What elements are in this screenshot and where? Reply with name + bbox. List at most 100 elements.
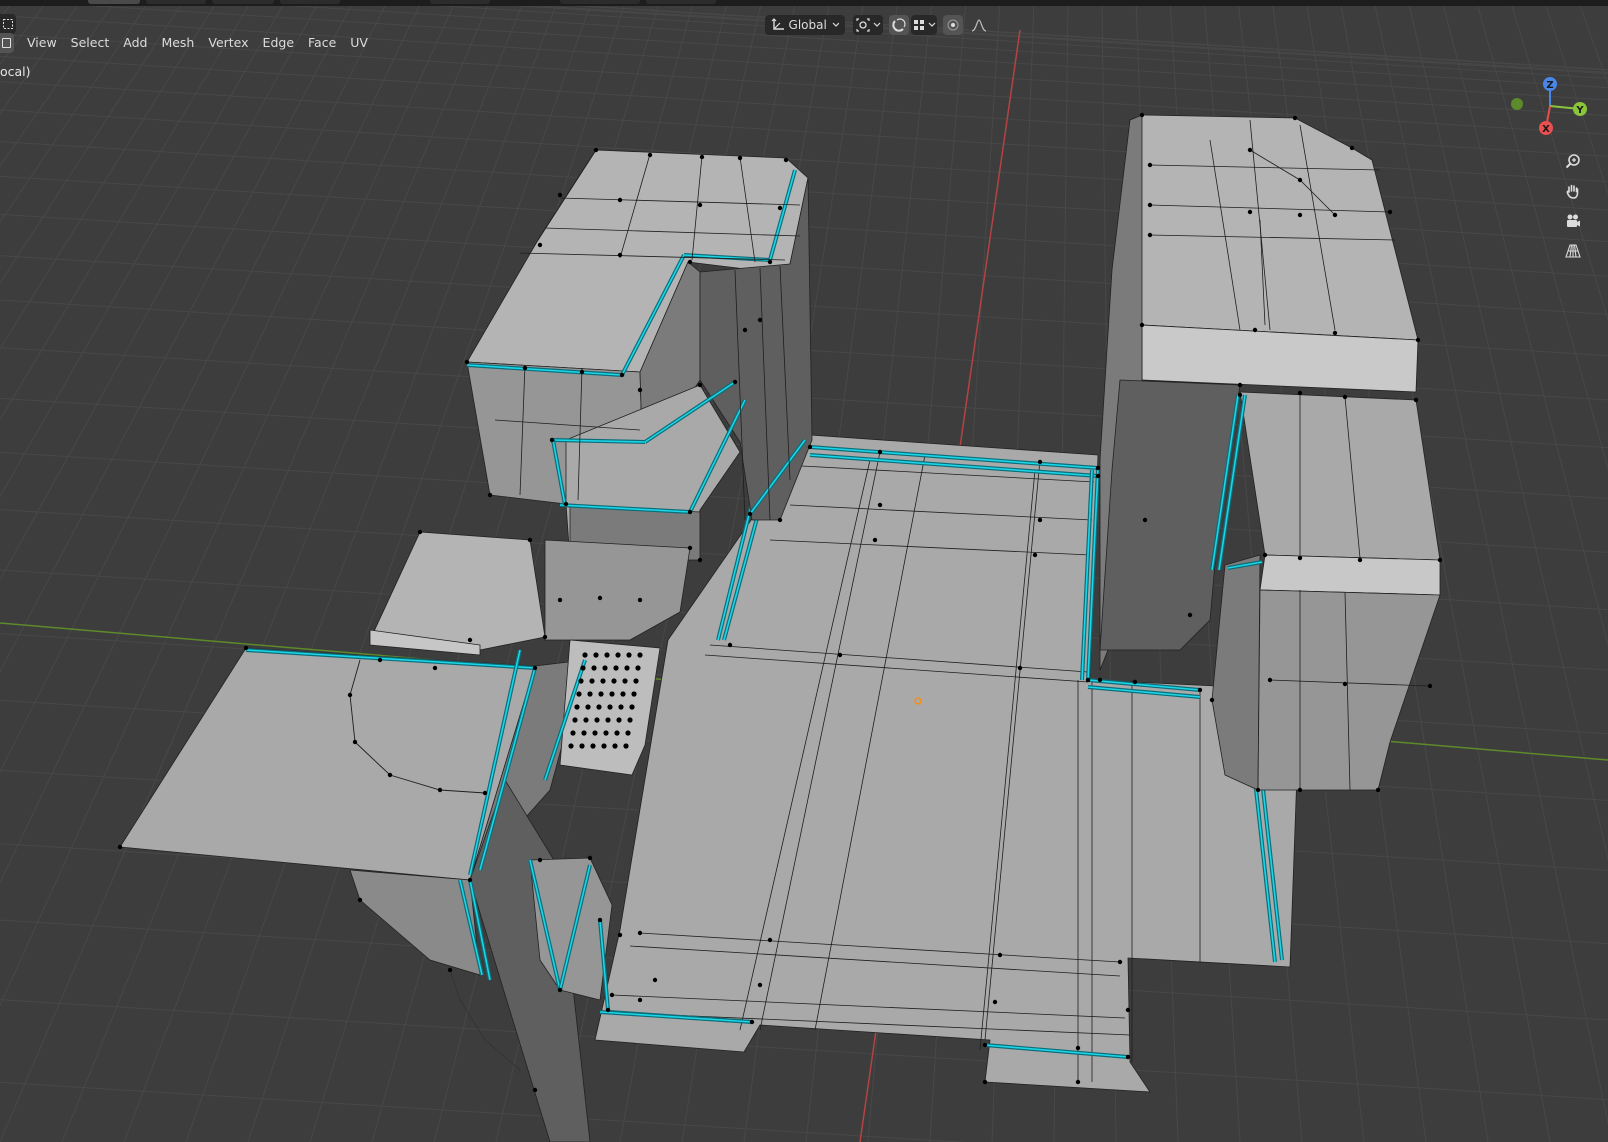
workspace-tab[interactable] xyxy=(212,0,274,4)
proportional-falloff-button[interactable] xyxy=(967,15,991,35)
vertex xyxy=(598,691,604,697)
zoom-icon xyxy=(1565,154,1580,169)
vertex xyxy=(1139,322,1145,328)
edit-mode-menu-bar: View Select Add Mesh Vertex Edge Face UV xyxy=(0,32,375,54)
snapping-group xyxy=(888,15,938,35)
vertex xyxy=(1262,552,1268,558)
vertex xyxy=(623,743,629,749)
right-block-lower-rim xyxy=(1259,554,1441,596)
vertex xyxy=(617,197,623,203)
vertex xyxy=(1075,1079,1081,1085)
vertex xyxy=(1147,202,1153,208)
vertex xyxy=(1247,147,1253,153)
vertex xyxy=(1387,209,1393,215)
vertex xyxy=(1017,665,1023,671)
vertex xyxy=(807,444,813,450)
proportional-edit-toggle[interactable] xyxy=(943,15,963,35)
vertex xyxy=(602,665,608,671)
vertex xyxy=(611,678,617,684)
small-block-upper xyxy=(544,539,691,641)
vertex xyxy=(614,730,620,736)
vertex xyxy=(1252,327,1258,333)
vertex xyxy=(596,704,602,710)
vertex xyxy=(1237,392,1243,398)
transform-orientation-select[interactable]: Global xyxy=(765,15,845,35)
vertex xyxy=(604,652,610,658)
menu-edge[interactable]: Edge xyxy=(256,32,301,54)
vertex xyxy=(727,642,733,648)
vertex xyxy=(837,652,843,658)
gizmo-x-label: X xyxy=(1542,124,1550,135)
vertex xyxy=(687,259,693,265)
chevron-down-icon xyxy=(873,22,880,27)
menu-add[interactable]: Add xyxy=(116,32,154,54)
transform-orientation-icon xyxy=(771,18,784,30)
vertex xyxy=(629,704,635,710)
vertex xyxy=(616,717,622,723)
menu-mesh[interactable]: Mesh xyxy=(154,32,201,54)
vertex xyxy=(1095,465,1101,471)
vertex xyxy=(633,678,639,684)
editor-type-button[interactable] xyxy=(0,14,16,34)
vertex xyxy=(637,387,643,393)
vertex xyxy=(757,982,763,988)
vertex xyxy=(1375,787,1381,793)
workspace-tab[interactable] xyxy=(146,0,206,4)
vertex xyxy=(597,917,603,923)
vertex xyxy=(1097,677,1103,683)
grid-line xyxy=(1441,0,1608,647)
workspace-tab[interactable] xyxy=(646,0,716,4)
vertex xyxy=(637,997,643,1003)
mesh-select-mode-button[interactable] xyxy=(0,33,14,53)
vertex xyxy=(777,205,783,211)
vertex xyxy=(532,1087,538,1093)
vertex xyxy=(605,1007,611,1013)
workspace-tab-active[interactable] xyxy=(88,0,140,4)
viewport-canvas[interactable] xyxy=(0,0,1608,1142)
edit-mesh[interactable] xyxy=(117,112,1443,1142)
vertex xyxy=(1139,112,1145,118)
menu-vertex[interactable]: Vertex xyxy=(201,32,255,54)
vertex xyxy=(697,557,703,563)
menu-uv[interactable]: UV xyxy=(343,32,375,54)
menu-select[interactable]: Select xyxy=(64,32,117,54)
vertex xyxy=(605,717,611,723)
vertex xyxy=(593,147,599,153)
vertex xyxy=(624,665,630,671)
workspace-tab[interactable] xyxy=(560,0,640,4)
snap-target-button[interactable] xyxy=(911,15,937,35)
snap-toggle-button[interactable] xyxy=(889,15,909,35)
gizmo-neg-y-ball[interactable] xyxy=(1511,98,1523,110)
zoom-button[interactable] xyxy=(1560,148,1586,174)
grid-line xyxy=(1475,0,1608,470)
grid-line xyxy=(0,0,423,884)
axis-gizmo[interactable]: Z Y X xyxy=(1500,70,1600,140)
vertex xyxy=(572,717,578,723)
vertex xyxy=(737,155,743,161)
vertex xyxy=(557,597,563,603)
pan-button[interactable] xyxy=(1560,178,1586,204)
vertex xyxy=(582,652,588,658)
vertex xyxy=(1209,697,1215,703)
menu-face[interactable]: Face xyxy=(301,32,343,54)
vertex xyxy=(747,511,753,517)
vertex xyxy=(522,365,528,371)
pivot-point-button[interactable] xyxy=(853,15,883,35)
vertex xyxy=(1085,677,1091,683)
3d-viewport[interactable] xyxy=(0,0,1608,1142)
vertex xyxy=(687,545,693,551)
perspective-toggle-button[interactable] xyxy=(1560,238,1586,264)
vertex xyxy=(580,665,586,671)
vertex xyxy=(1342,681,1348,687)
vertex xyxy=(357,897,363,903)
vertex xyxy=(877,449,883,455)
workspace-tab[interactable] xyxy=(430,0,490,4)
vertex xyxy=(647,152,653,158)
menu-view[interactable]: View xyxy=(20,32,64,54)
workspace-tab[interactable] xyxy=(280,0,340,4)
right-block-top xyxy=(1129,114,1419,341)
camera-view-button[interactable] xyxy=(1560,208,1586,234)
vertex xyxy=(1142,517,1148,523)
vertex xyxy=(1125,1007,1131,1013)
chevron-down-icon xyxy=(832,22,839,27)
